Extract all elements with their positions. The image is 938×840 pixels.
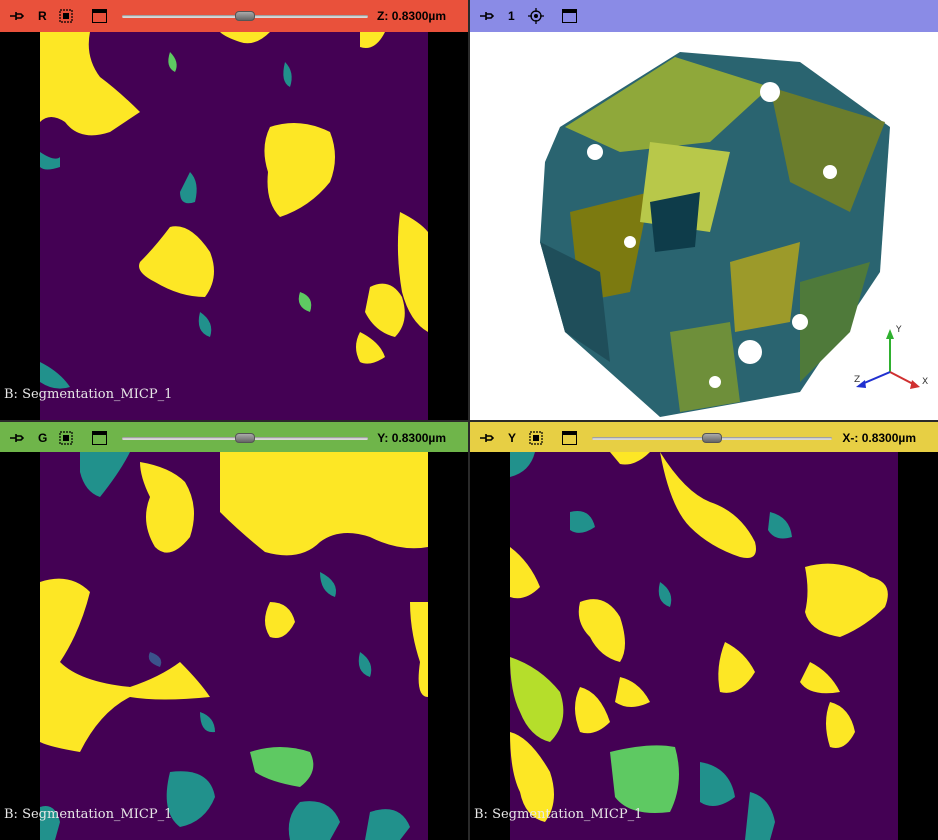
yellow-slice-image[interactable]: [510, 452, 898, 840]
yellow-slice-view[interactable]: Y X-: 0.8300µm B: Segmentation_MICP_1: [470, 422, 938, 840]
yellow-offset-value: X-: 0.8300µm: [842, 431, 916, 445]
center-3d-icon[interactable]: [528, 8, 544, 24]
green-slider-handle[interactable]: [235, 433, 255, 443]
three-d-render[interactable]: Y X Z: [470, 32, 938, 420]
link-icon[interactable]: [528, 430, 544, 446]
yellow-corner-annotation: B: Segmentation_MICP_1: [474, 807, 643, 822]
red-slice-controller-bar: R Z: 0.8300µm: [0, 0, 468, 32]
svg-text:Y: Y: [895, 325, 902, 335]
green-offset-slider[interactable]: [122, 433, 368, 443]
green-slice-controller-bar: G Y: 0.8300µm: [0, 422, 468, 452]
link-icon[interactable]: [58, 430, 74, 446]
pin-icon[interactable]: [8, 9, 24, 23]
view-controller-icon[interactable]: [562, 9, 577, 23]
pin-icon[interactable]: [478, 9, 494, 23]
green-offset-value: Y: 0.8300µm: [377, 431, 446, 445]
green-slice-image[interactable]: [40, 452, 428, 840]
red-offset-value: Z: 0.8300µm: [377, 9, 446, 23]
link-icon[interactable]: [58, 8, 74, 24]
three-d-view-label: 1: [508, 9, 515, 23]
layout-grid: R Z: 0.8300µm B: Segmentation_MICP_1 1 Y…: [0, 0, 938, 840]
orientation-marker: Y X Z: [854, 325, 928, 389]
yellow-slider-handle[interactable]: [702, 433, 722, 443]
pin-icon[interactable]: [478, 431, 494, 445]
view-controller-icon[interactable]: [562, 431, 577, 445]
svg-text:X: X: [922, 377, 928, 387]
yellow-slice-controller-bar: Y X-: 0.8300µm: [470, 422, 938, 452]
red-corner-annotation: B: Segmentation_MICP_1: [4, 387, 173, 402]
green-corner-annotation: B: Segmentation_MICP_1: [4, 807, 173, 822]
red-slice-view[interactable]: R Z: 0.8300µm B: Segmentation_MICP_1: [0, 0, 468, 420]
yellow-view-label: Y: [508, 431, 517, 445]
red-view-label: R: [38, 9, 47, 23]
view-controller-icon[interactable]: [92, 431, 107, 445]
green-view-label: G: [38, 431, 48, 445]
red-offset-slider[interactable]: [122, 11, 368, 21]
three-d-view[interactable]: 1 Y X Z: [470, 0, 938, 420]
yellow-offset-slider[interactable]: [592, 433, 832, 443]
green-slice-view[interactable]: G Y: 0.8300µm B: Segmentation_MICP_1: [0, 422, 468, 840]
red-slider-handle[interactable]: [235, 11, 255, 21]
three-d-controller-bar: 1: [470, 0, 938, 32]
view-controller-icon[interactable]: [92, 9, 107, 23]
pin-icon[interactable]: [8, 431, 24, 445]
red-slice-image[interactable]: [40, 32, 428, 420]
svg-text:Z: Z: [854, 375, 860, 385]
